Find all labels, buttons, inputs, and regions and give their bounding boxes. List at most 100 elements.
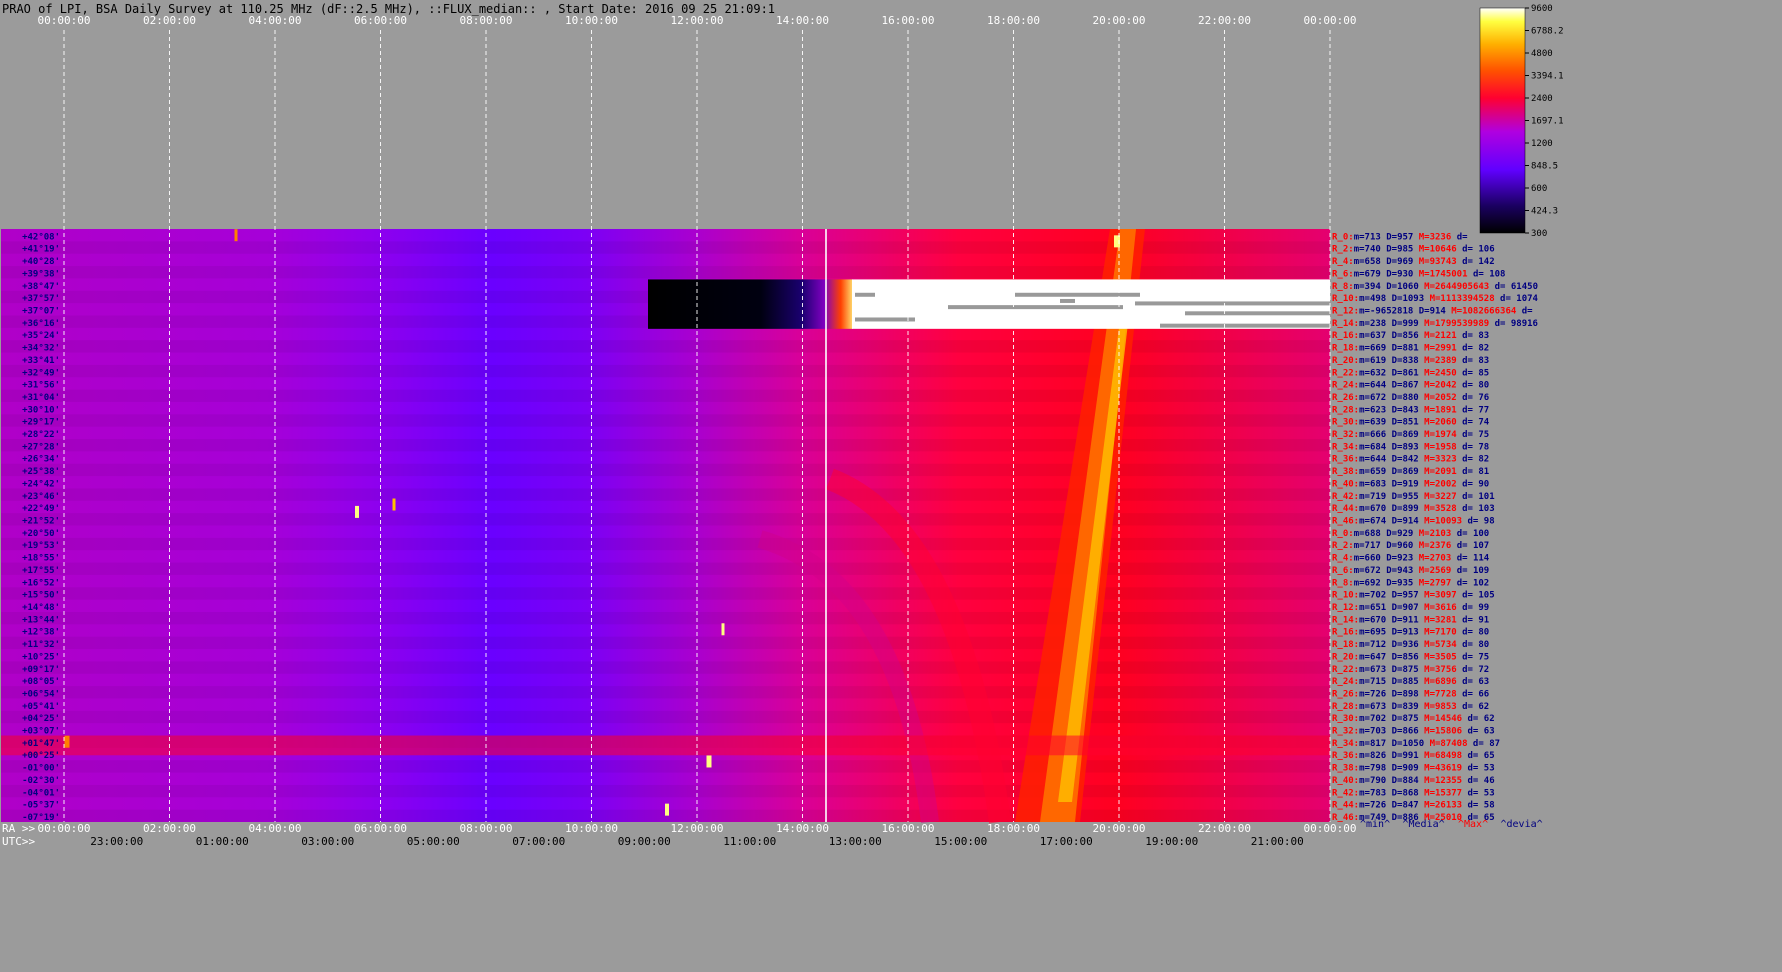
stats-row: R_36:m=826 D=991 M=68498 d= 65 (1332, 751, 1495, 761)
stats-tag: R_12: (1332, 306, 1359, 316)
bright-source (392, 498, 396, 511)
ra-axis-tick: 00:00:00 (1304, 822, 1357, 835)
stats-d: 98 (1484, 517, 1495, 527)
stats-M: 2797 (1430, 578, 1452, 588)
bright-source (234, 229, 238, 242)
utc-axis-tick: 23:00:00 (90, 835, 143, 848)
declination-label: +18°55' (22, 554, 60, 564)
stats-tag: R_2: (1332, 245, 1354, 255)
heatmap-row-band (1, 587, 1330, 600)
stats-d: 66 (1478, 689, 1489, 699)
survey-heatmap-chart: PRAO of LPI, BSA Daily Survey at 110.25 … (1, 2, 1564, 848)
stats-d: 61450 (1511, 282, 1538, 292)
declination-label: +14°48' (22, 603, 60, 613)
stats-row: R_30:m=702 D=875 M=14546 d= 62 (1332, 714, 1495, 724)
stats-d: 107 (1473, 541, 1489, 551)
declination-label: +22°49' (22, 504, 60, 514)
stats-row: R_36:m=644 D=842 M=3323 d= 82 (1332, 455, 1489, 465)
stats-D: 899 (1402, 504, 1418, 514)
stats-D: 884 (1402, 776, 1419, 786)
stats-row: R_10:m=498 D=1093 M=1113394528 d= 1074 (1332, 294, 1539, 304)
declination-label: +04°25' (22, 714, 60, 724)
declination-label: +21°52' (22, 517, 60, 527)
stats-d: 74 (1478, 418, 1489, 428)
stats-m: 670 (1370, 504, 1386, 514)
stats-m: 790 (1370, 776, 1386, 786)
colorbar-tick-label: 3394.1 (1531, 72, 1564, 82)
stats-tag: R_24: (1332, 677, 1359, 687)
stats-row: R_46:m=674 D=914 M=10093 d= 98 (1332, 517, 1495, 527)
stats-D: 985 (1397, 245, 1413, 255)
stats-row: R_18:m=669 D=881 M=2991 d= 82 (1332, 344, 1489, 354)
declination-label: +37°07' (22, 306, 60, 316)
stats-row: R_0:m=713 D=957 M=3236 d= (1332, 232, 1468, 242)
declination-label: +13°44' (22, 615, 60, 625)
heatmap-row-band (1, 439, 1330, 452)
stats-D: 1050 (1402, 739, 1424, 749)
ra-axis-tick: 18:00:00 (987, 822, 1040, 835)
stats-row: R_26:m=726 D=898 M=7728 d= 66 (1332, 689, 1489, 699)
stats-M: 3236 (1430, 232, 1452, 242)
stats-D: 885 (1402, 677, 1418, 687)
colorbar-tick-label: 4800 (1531, 49, 1553, 59)
stats-row: R_6:m=672 D=943 M=2569 d= 109 (1332, 566, 1489, 576)
declination-label: +19°53' (22, 541, 60, 551)
stats-d: 90 (1478, 479, 1489, 489)
stats-m: 669 (1370, 344, 1386, 354)
stats-tag: R_40: (1332, 776, 1359, 786)
stats-D: 914 (1430, 306, 1447, 316)
stats-M: 1082666364 (1462, 306, 1517, 316)
declination-label: +01°47' (22, 739, 60, 749)
stats-m: 726 (1370, 801, 1386, 811)
top-axis-tick: 18:00:00 (987, 14, 1040, 27)
stats-row: R_2:m=717 D=960 M=2376 d= 107 (1332, 541, 1489, 551)
stats-m: 644 (1370, 381, 1387, 391)
stats-tag: R_30: (1332, 418, 1359, 428)
stats-M: 3097 (1435, 591, 1457, 601)
stats-tag: R_10: (1332, 294, 1359, 304)
colorbar-gradient (1479, 7, 1526, 234)
declination-label: +31°04' (22, 393, 60, 403)
stats-tag: R_22: (1332, 665, 1359, 675)
stats-tag: R_46: (1332, 517, 1359, 527)
stats-M: 1958 (1435, 442, 1457, 452)
stats-footer-label: ^Max^ (1458, 819, 1488, 830)
stats-D: 914 (1402, 517, 1419, 527)
declination-label: +10°25' (22, 652, 60, 662)
stats-M: 10646 (1430, 245, 1457, 255)
stats-row: R_40:m=683 D=919 M=2002 d= 90 (1332, 479, 1489, 489)
stats-m: 674 (1370, 517, 1387, 527)
stats-d: 53 (1484, 764, 1495, 774)
stats-d: 82 (1478, 344, 1489, 354)
utc-axis-tick: 13:00:00 (829, 835, 882, 848)
stats-tag: R_18: (1332, 640, 1359, 650)
stats-M: 2060 (1435, 418, 1457, 428)
declination-label: +24°42' (22, 479, 60, 489)
declination-label: +08°05' (22, 677, 60, 687)
declination-label: -01°00' (22, 764, 60, 774)
heatmap-row-band (1, 364, 1330, 378)
colorbar-tick-label: 1697.1 (1531, 116, 1564, 126)
heatmap-row-band (1, 636, 1330, 650)
stats-d: 77 (1478, 405, 1489, 415)
declination-label: +11°32' (22, 640, 60, 650)
stats-d: 109 (1473, 566, 1489, 576)
stats-row: R_24:m=715 D=885 M=6896 d= 63 (1332, 677, 1489, 687)
stats-M: 3505 (1435, 652, 1457, 662)
stats-m: 394 (1365, 282, 1382, 292)
stats-tag: R_16: (1332, 628, 1359, 638)
bright-source (706, 755, 712, 768)
top-axis-tick: 08:00:00 (460, 14, 513, 27)
stats-D: 881 (1402, 344, 1418, 354)
stats-D: 842 (1402, 455, 1418, 465)
utc-axis-tick: 11:00:00 (723, 835, 776, 848)
stats-m: 637 (1370, 331, 1386, 341)
stats-M: 2450 (1435, 368, 1457, 378)
stats-row: R_34:m=817 D=1050 M=87408 d= 87 (1332, 739, 1500, 749)
stats-d: 46 (1484, 776, 1495, 786)
declination-label: +25°38' (22, 467, 60, 477)
top-axis-tick: 20:00:00 (1093, 14, 1146, 27)
stats-M: 87408 (1440, 739, 1467, 749)
stats-d: 63 (1484, 727, 1495, 737)
stats-row: R_34:m=684 D=893 M=1958 d= 78 (1332, 442, 1489, 452)
